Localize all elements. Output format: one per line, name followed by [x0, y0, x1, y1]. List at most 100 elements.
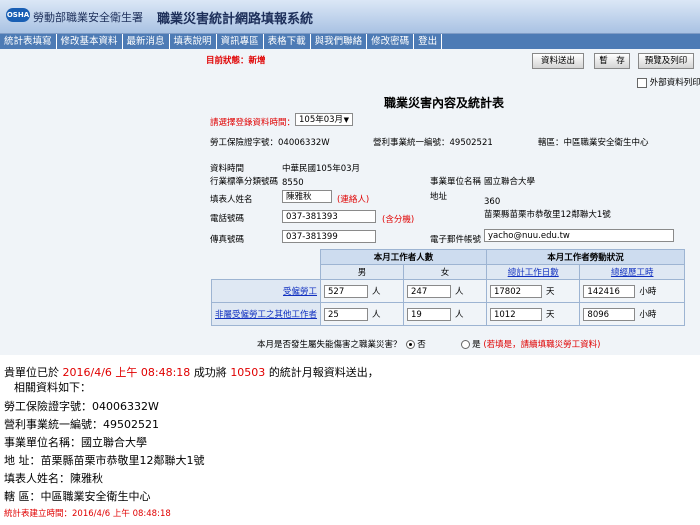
unit-person: 人: [455, 287, 464, 297]
employees-hours-input[interactable]: 142416: [583, 284, 636, 298]
chevron-down-icon: ▼: [343, 116, 349, 124]
status-text: 目前狀態：新增: [206, 56, 266, 66]
unit-person: 人: [372, 287, 381, 297]
workdays-link[interactable]: 總計工作日數: [508, 268, 559, 278]
company-value: 國立聯合大學: [484, 177, 536, 187]
confirm-company: 事業單位名稱：國立聯合大學: [4, 436, 147, 449]
address-value: 苗栗縣苗栗市恭敬里12鄰聯大1號: [484, 210, 611, 220]
radio-no[interactable]: [406, 340, 416, 349]
data-time-label: 資料時間: [210, 164, 245, 174]
workdays-header: 總計工作日數: [485, 264, 581, 280]
period-select-label: 請選擇登錄資料時間：: [210, 118, 296, 128]
address-label: 地址: [430, 192, 448, 202]
cell-days: 1012 天: [485, 302, 581, 326]
osha-logo: OSHA: [6, 8, 30, 22]
others-link[interactable]: 非屬受僱勞工之其他工作者: [215, 310, 317, 320]
external-print-checkbox[interactable]: [637, 77, 647, 88]
email-input[interactable]: yacho@nuu.edu.tw: [484, 229, 674, 242]
workhours-header: 總經歷工時: [579, 264, 685, 280]
unit-hour: 小時: [639, 310, 657, 320]
confirm-insurance: 勞工保險證字號：04006332W: [4, 400, 159, 413]
nav-logout[interactable]: 登出: [414, 34, 443, 49]
workers-header: 本月工作者人數: [320, 249, 487, 265]
unit-hour: 小時: [639, 287, 657, 297]
cell-hours: 8096 小時: [579, 302, 685, 326]
msg-time: 2016/4/6 上午 08:48:18: [62, 366, 191, 379]
save-draft-button[interactable]: 暫 存: [594, 53, 630, 69]
nav-news[interactable]: 最新消息: [123, 34, 170, 49]
msg-suffix: 的統計月報資料送出，: [268, 366, 379, 379]
nav-downloads[interactable]: 表格下載: [264, 34, 311, 49]
email-label: 電子郵件帳號: [430, 235, 482, 245]
others-male-input[interactable]: 25: [324, 307, 369, 321]
stats-table: 本月工作者人數 本月工作者勞動狀況 男 女 總計工作日數 總經歷工時 受僱勞工 …: [210, 249, 686, 326]
fax-label: 傳真號碼: [210, 235, 245, 245]
form-title: 職業災害內容及統計表: [384, 96, 505, 110]
employees-days-input[interactable]: 17802: [489, 284, 542, 298]
nav-edit-profile[interactable]: 修改基本資料: [57, 34, 123, 49]
table-corner: [212, 250, 321, 280]
industry-value: 8550: [282, 178, 304, 188]
table-row: 受僱勞工 527 人 247 人 17802 天 142416 小時: [210, 279, 685, 303]
msg-period: 10503: [230, 366, 266, 379]
external-print-label: 外部資料列印: [649, 78, 700, 88]
cell-female: 19 人: [403, 302, 487, 326]
row-others-label: 非屬受僱勞工之其他工作者: [210, 302, 322, 326]
send-button[interactable]: 資料送出: [532, 53, 584, 69]
male-header: 男: [320, 264, 404, 280]
main-nav: 統計表填寫 修改基本資料 最新消息 填表說明 資訊專區 表格下載 與我們聯絡 修…: [0, 34, 700, 49]
business-id: 營利事業統一編號：49502521: [373, 138, 493, 148]
confirm-district: 轄 區：中區職業安全衛生中心: [4, 490, 151, 503]
radio-yes[interactable]: [461, 340, 471, 349]
accident-question: 本月是否發生屬失能傷害之職業災害？ 否 是 (若填是，請續填職災勞工資料): [257, 338, 601, 350]
data-time-value: 中華民國105年03月: [282, 164, 361, 174]
nav-contact[interactable]: 與我們聯絡: [311, 34, 368, 49]
labor-header: 本月工作者勞動狀況: [485, 249, 686, 265]
msg-prefix: 貴單位已於: [4, 366, 59, 379]
contact-note: (連絡人): [337, 195, 370, 205]
fax-input[interactable]: 037-381399: [282, 230, 376, 243]
external-print-option[interactable]: 外部資料列印: [637, 76, 700, 88]
cell-days: 17802 天: [485, 279, 581, 303]
row-employees-label: 受僱勞工: [210, 279, 322, 303]
female-header: 女: [403, 264, 487, 280]
system-title: 職業災害統計網路填報系統: [157, 12, 314, 27]
employees-male-input[interactable]: 527: [324, 284, 369, 298]
others-days-input[interactable]: 1012: [489, 307, 542, 321]
phone-note: (含分機): [382, 215, 415, 225]
confirm-line-2: 相關資料如下：: [14, 381, 91, 394]
nav-instructions[interactable]: 填表說明: [170, 34, 217, 49]
confirm-business-id: 營利事業統一編號：49502521: [4, 418, 159, 431]
filler-input[interactable]: 陳雅秋: [282, 190, 332, 203]
cell-male: 25 人: [320, 302, 404, 326]
employees-link[interactable]: 受僱勞工: [283, 287, 317, 297]
cell-hours: 142416 小時: [579, 279, 685, 303]
confirm-filler: 填表人姓名：陳雅秋: [4, 472, 103, 485]
address-zip: 360: [484, 197, 501, 207]
filler-label: 填表人姓名: [210, 195, 253, 205]
workhours-link[interactable]: 總經歷工時: [611, 268, 654, 278]
others-female-input[interactable]: 19: [407, 307, 451, 321]
cell-female: 247 人: [403, 279, 487, 303]
nav-change-password[interactable]: 修改密碼: [367, 34, 415, 49]
unit-day: 天: [545, 287, 555, 297]
confirm-line-1: 貴單位已於 2016/4/6 上午 08:48:18 成功將 10503 的統計…: [4, 364, 379, 380]
radio-yes-label: 是: [472, 340, 481, 350]
preview-print-button[interactable]: 預覽及列印: [638, 53, 694, 69]
phone-input[interactable]: 037-381393: [282, 210, 376, 223]
unit-day: 天: [545, 310, 555, 320]
others-hours-input[interactable]: 8096: [583, 307, 636, 321]
unit-person: 人: [455, 310, 464, 320]
cell-male: 527 人: [320, 279, 404, 303]
period-select[interactable]: 105年03月 ▼: [295, 113, 353, 126]
phone-label: 電話號碼: [210, 214, 245, 224]
insurance-number: 勞工保險證字號：04006332W: [210, 138, 330, 148]
company-label: 事業單位名稱: [430, 177, 482, 187]
nav-info[interactable]: 資訊專區: [217, 34, 264, 49]
created-time: 統計表建立時間：2016/4/6 上午 08:48:18: [4, 509, 171, 519]
nav-fill-stats[interactable]: 統計表填寫: [0, 34, 57, 49]
employees-female-input[interactable]: 247: [407, 284, 451, 298]
industry-label: 行業標準分類號碼: [210, 177, 279, 187]
confirm-address: 地 址：苗栗縣苗栗市恭敬里12鄰聯大1號: [4, 454, 205, 467]
accident-question-text: 本月是否發生屬失能傷害之職業災害？: [257, 340, 402, 350]
